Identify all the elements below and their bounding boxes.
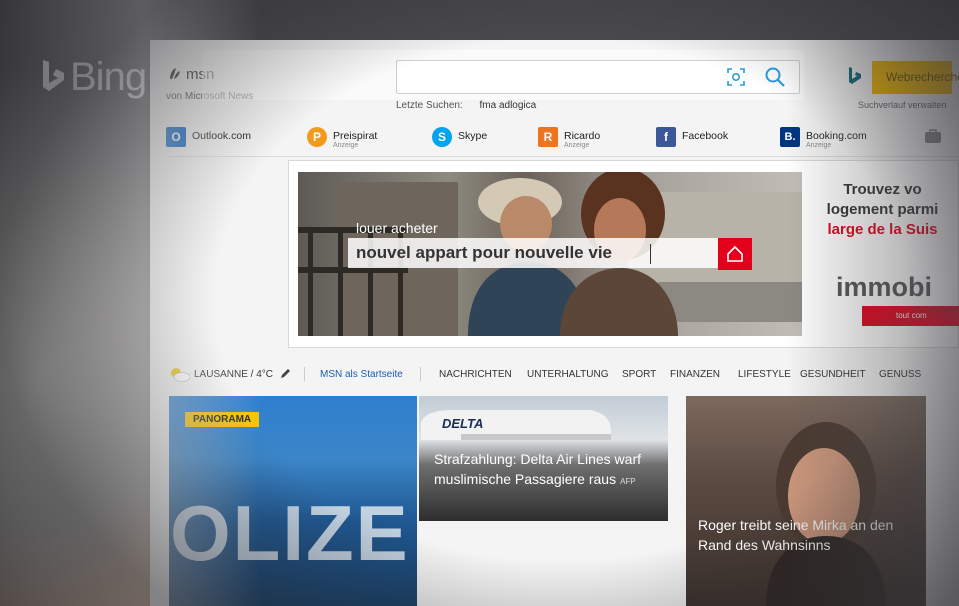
bing-search-icon[interactable] xyxy=(846,66,864,86)
web-search-button[interactable]: Webrecherche xyxy=(872,61,959,94)
nav-separator xyxy=(420,367,421,381)
quicklinks-bar: O Outlook.com P Preispirat Anzeige S Sky… xyxy=(166,125,956,155)
ad-brand-logo: immobi xyxy=(836,272,933,302)
news-tile-roger[interactable] xyxy=(686,396,926,606)
quicklink-label: Booking.com xyxy=(806,130,867,142)
quicklink-label: Ricardo xyxy=(564,130,601,142)
divider xyxy=(166,156,959,157)
shopping-bag-icon[interactable] xyxy=(924,128,942,144)
bing-logo-text: Bing xyxy=(70,55,147,99)
ad-tagline-line2: logement parmi xyxy=(826,201,939,218)
nav-item-lifestyle[interactable]: LIFESTYLE xyxy=(738,369,791,380)
quicklink-label: Outlook.com xyxy=(192,130,251,142)
booking-icon: B. xyxy=(780,127,800,147)
bing-b-icon xyxy=(43,60,64,91)
tile-image-text: OLIZE xyxy=(170,489,410,577)
photo-frame: Bing msn von Microsoft News Webrecherche… xyxy=(0,0,959,606)
ricardo-icon: R xyxy=(538,127,558,147)
nav-item-finanzen[interactable]: FINANZEN xyxy=(670,369,720,380)
news-headline-text: Strafzahlung: Delta Air Lines warf musli… xyxy=(434,451,641,487)
nav-item-nachrichten[interactable]: NACHRICHTEN xyxy=(439,369,512,380)
quicklink-ad-label: Anzeige xyxy=(564,142,590,149)
nav-separator xyxy=(304,367,305,381)
nav-item-genuss[interactable]: GENUSS xyxy=(879,369,921,380)
ad-cta-button[interactable]: tout com xyxy=(862,306,959,326)
ad-headline: nouvel appart pour nouvelle vie xyxy=(356,243,612,262)
news-headline: Strafzahlung: Delta Air Lines warf musli… xyxy=(434,450,660,491)
skype-icon: S xyxy=(432,127,452,147)
outlook-icon: O xyxy=(166,127,186,147)
recent-searches-label: Letzte Suchen: xyxy=(396,100,463,111)
nav-item-unterhaltung[interactable]: UNTERHALTUNG xyxy=(527,369,608,380)
facebook-icon: f xyxy=(656,127,676,147)
pencil-icon[interactable] xyxy=(280,368,291,379)
ad-caption: louer acheter xyxy=(356,220,438,236)
quicklink-ad-label: Anzeige xyxy=(806,142,832,149)
ad-tagline: Trouvez vo logement parmi large de la Su… xyxy=(806,180,959,240)
search-history-link[interactable]: Suchverlauf verwalten xyxy=(858,100,947,110)
preispirat-icon: P xyxy=(307,127,327,147)
category-badge: PANORAMA xyxy=(185,412,260,427)
ad-tagline-line3: large de la Suis xyxy=(827,221,938,238)
ad-home-button[interactable] xyxy=(718,238,752,270)
quicklink-label: Facebook xyxy=(682,130,729,142)
set-startpage-link[interactable]: MSN als Startseite xyxy=(320,369,403,380)
bing-logo: Bing xyxy=(40,55,147,100)
nav-item-sport[interactable]: SPORT xyxy=(622,369,656,380)
visual-search-icon[interactable] xyxy=(726,67,746,87)
ad-tagline-line1: Trouvez vo xyxy=(843,181,922,198)
news-source: AFP xyxy=(620,476,636,486)
recent-searches: Letzte Suchen: fma adlogica xyxy=(396,100,536,111)
news-headline: Roger treibt seine Mirka an den Rand des… xyxy=(698,517,894,553)
weather-location[interactable]: LAUSANNE / 4°C xyxy=(194,369,273,380)
search-icon[interactable] xyxy=(763,65,787,89)
nav-item-gesundheit[interactable]: GESUNDHEIT xyxy=(800,369,866,380)
partly-sunny-icon xyxy=(171,368,190,382)
home-icon xyxy=(727,245,743,262)
recent-search-item[interactable]: fma adlogica xyxy=(480,100,537,111)
quicklink-label: Preispirat xyxy=(333,130,378,142)
quicklink-ad-label: Anzeige xyxy=(333,142,359,149)
portrait-image xyxy=(766,422,886,606)
category-nav: LAUSANNE / 4°C MSN als Startseite NACHRI… xyxy=(166,366,959,386)
airline-logo: DELTA xyxy=(442,416,484,431)
msn-butterfly-icon xyxy=(170,68,180,79)
quicklink-label: Skype xyxy=(458,130,488,142)
text-cursor xyxy=(650,244,651,264)
